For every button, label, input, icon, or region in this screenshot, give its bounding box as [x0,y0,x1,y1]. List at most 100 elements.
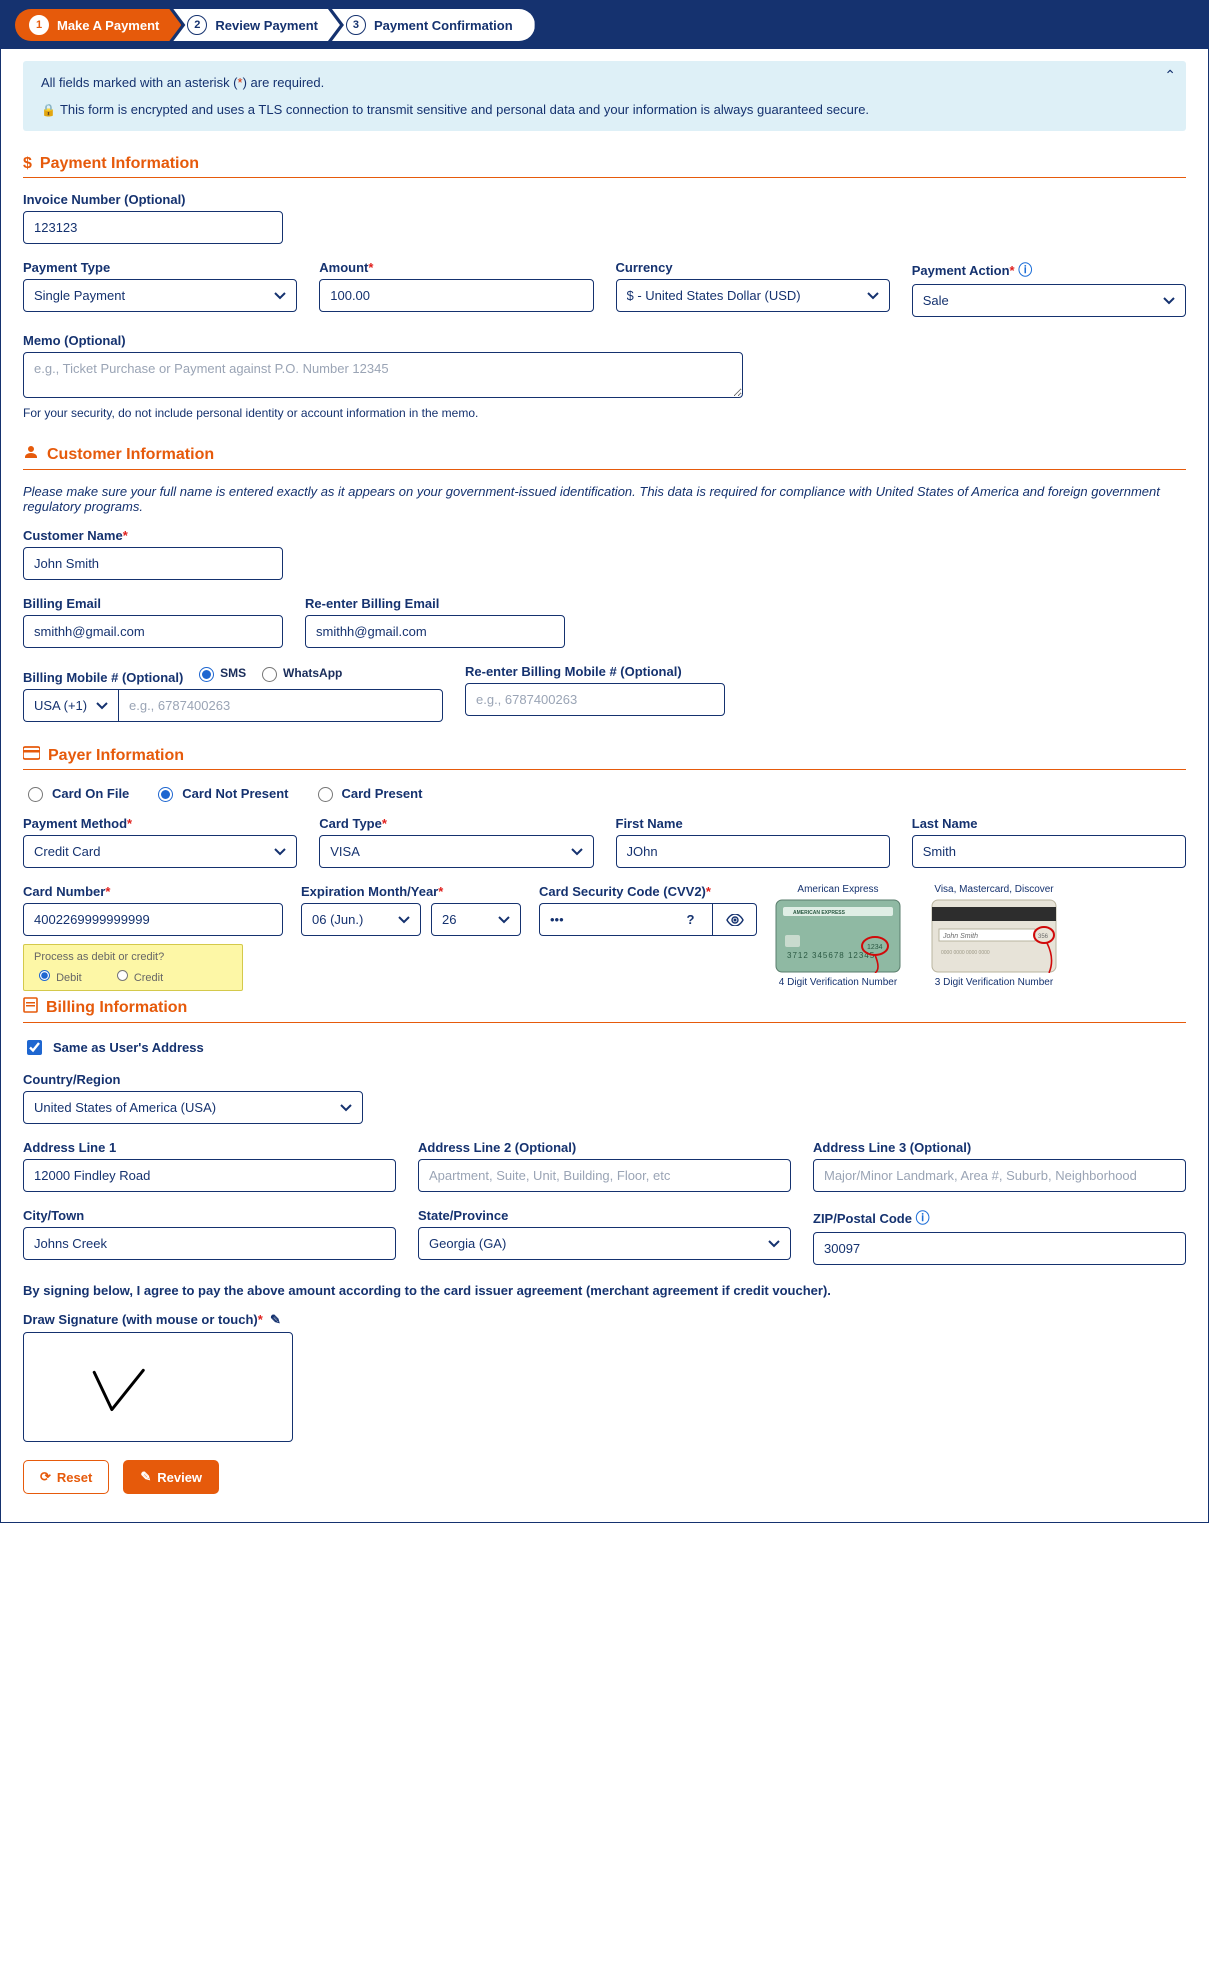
reset-button[interactable]: ⟳ Reset [23,1460,109,1494]
section-payer-info: Payer Information [23,746,1186,770]
city-input[interactable] [23,1227,396,1260]
sms-radio[interactable] [199,667,214,682]
info-icon[interactable]: ⓘ [1018,262,1032,278]
payment-action-select[interactable]: Sale [912,284,1186,317]
section-title: Customer Information [47,446,214,464]
reenter-email-label: Re-enter Billing Email [305,596,565,611]
section-title: Payer Information [48,747,184,765]
invoice-label: Invoice Number (Optional) [23,192,283,207]
customer-name-input[interactable] [23,547,283,580]
dollar-icon: $ [23,155,32,173]
whatsapp-radio[interactable] [262,667,277,682]
address2-input[interactable] [418,1159,791,1192]
step-label: Payment Confirmation [374,18,513,33]
amount-input[interactable] [319,279,593,312]
card-icon [23,746,40,765]
billing-icon [23,997,38,1018]
address1-input[interactable] [23,1159,396,1192]
state-label: State/Province [418,1208,791,1223]
card-present-radio[interactable] [318,787,333,802]
memo-input[interactable] [23,352,743,398]
step-number: 3 [346,15,366,35]
reenter-mobile-label: Re-enter Billing Mobile # (Optional) [465,664,725,679]
cvv-reveal-button[interactable] [713,903,757,936]
city-label: City/Town [23,1208,396,1223]
amex-card-diagram: American Express AMERICAN EXPRESS 3712 3… [775,884,901,988]
step-payment-confirmation[interactable]: 3 Payment Confirmation [332,9,535,41]
form-notice: ⌃ All fields marked with an asterisk (*)… [23,61,1186,131]
card-number-label: Card Number* [23,884,283,899]
credit-radio[interactable] [117,970,128,981]
user-icon [23,444,39,465]
first-name-input[interactable] [616,835,890,868]
svg-text:AMERICAN EXPRESS: AMERICAN EXPRESS [793,910,846,916]
billing-email-label: Billing Email [23,596,283,611]
review-button[interactable]: ✎ Review [123,1460,219,1494]
cvv-help-button[interactable]: ? [669,903,713,936]
first-name-label: First Name [616,816,890,831]
step-number: 1 [29,15,49,35]
last-name-input[interactable] [912,835,1186,868]
country-code-select[interactable]: USA (+1) [23,689,118,722]
cvv-label: Card Security Code (CVV2)* [539,884,757,899]
section-title: Payment Information [40,155,199,173]
payment-method-select[interactable]: Credit Card [23,835,297,868]
clear-signature-icon[interactable]: ✎ [270,1312,281,1327]
encryption-notice: This form is encrypted and uses a TLS co… [60,102,869,117]
svg-text:0000 0000 0000 0000: 0000 0000 0000 0000 [941,950,990,956]
signature-pad[interactable] [23,1332,293,1442]
exp-month-select[interactable]: 06 (Jun.) [301,903,421,936]
step-breadcrumb: 1 Make A Payment 2 Review Payment 3 Paym… [1,1,1208,49]
payment-type-select[interactable]: Single Payment [23,279,297,312]
section-title: Billing Information [46,999,187,1017]
mobile-input[interactable] [118,689,443,722]
address1-label: Address Line 1 [23,1140,396,1155]
visa-card-diagram: Visa, Mastercard, Discover John Smith 35… [931,884,1057,988]
country-label: Country/Region [23,1072,363,1087]
memo-label: Memo (Optional) [23,333,1186,348]
step-label: Review Payment [215,18,318,33]
address3-input[interactable] [813,1159,1186,1192]
payment-method-label: Payment Method* [23,816,297,831]
cvv-input[interactable] [539,903,669,936]
exp-year-select[interactable]: 26 [431,903,521,936]
card-type-label: Card Type* [319,816,593,831]
currency-label: Currency [616,260,890,275]
svg-text:356: 356 [1038,934,1049,940]
reenter-email-input[interactable] [305,615,565,648]
card-on-file-radio[interactable] [28,787,43,802]
customer-name-label: Customer Name* [23,528,283,543]
expiration-label: Expiration Month/Year* [301,884,521,899]
invoice-input[interactable] [23,211,283,244]
card-type-select[interactable]: VISA [319,835,593,868]
card-number-input[interactable] [23,903,283,936]
payment-type-label: Payment Type [23,260,297,275]
lock-icon [41,102,60,117]
notice-text: All fields marked with an asterisk ( [41,75,238,90]
collapse-icon[interactable]: ⌃ [1164,67,1176,84]
card-not-present-radio[interactable] [158,787,173,802]
customer-note: Please make sure your full name is enter… [23,484,1186,514]
signature-label: Draw Signature (with mouse or touch)* ✎ [23,1312,1186,1328]
debit-radio[interactable] [39,970,50,981]
last-name-label: Last Name [912,816,1186,831]
info-icon[interactable]: ⓘ [916,1210,930,1226]
section-billing-info: Billing Information [23,997,1186,1023]
state-select[interactable]: Georgia (GA) [418,1227,791,1260]
step-number: 2 [187,15,207,35]
notice-text: ) are required. [243,75,325,90]
zip-label: ZIP/Postal Code ⓘ [813,1208,1186,1228]
step-review-payment[interactable]: 2 Review Payment [173,9,340,41]
billing-email-input[interactable] [23,615,283,648]
same-address-checkbox[interactable] [27,1040,42,1055]
debit-credit-hint: Process as debit or credit? Debit Credit [23,944,243,991]
zip-input[interactable] [813,1232,1186,1265]
refresh-icon: ⟳ [40,1469,51,1485]
pencil-icon: ✎ [140,1469,151,1485]
agreement-text: By signing below, I agree to pay the abo… [23,1283,1186,1298]
country-select[interactable]: United States of America (USA) [23,1091,363,1124]
currency-select[interactable]: $ - United States Dollar (USD) [616,279,890,312]
step-make-payment[interactable]: 1 Make A Payment [15,9,181,41]
section-payment-info: $ Payment Information [23,155,1186,178]
reenter-mobile-input[interactable] [465,683,725,716]
